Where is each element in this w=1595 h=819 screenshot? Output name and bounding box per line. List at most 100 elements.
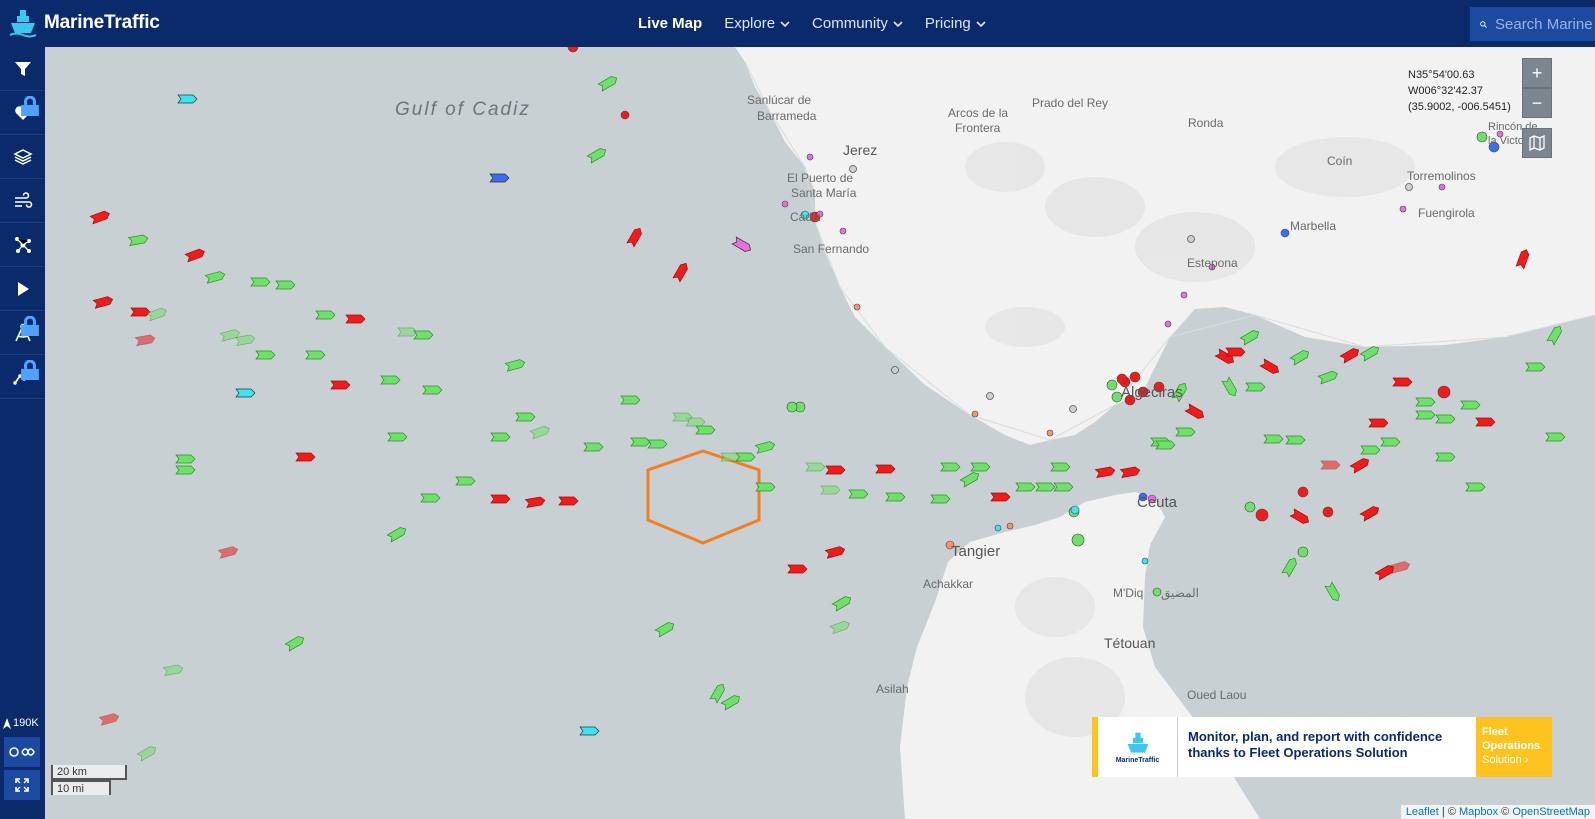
search-box[interactable]: [1470, 7, 1595, 41]
vessel-dot-marker[interactable]: [1116, 373, 1128, 385]
vessel-marker[interactable]: [990, 492, 1011, 502]
vessel-marker[interactable]: [1320, 460, 1341, 470]
vessel-marker[interactable]: [1050, 462, 1071, 472]
routes-button[interactable]: [0, 223, 45, 267]
vessel-marker[interactable]: [387, 432, 408, 442]
port-marker[interactable]: [1405, 183, 1413, 191]
vessel-marker[interactable]: [504, 359, 526, 372]
ad-cta-button[interactable]: Fleet Operations Solution ›: [1476, 717, 1552, 777]
vessel-marker[interactable]: [695, 425, 716, 435]
vessel-marker[interactable]: [1339, 347, 1360, 364]
vessel-marker[interactable]: [127, 234, 149, 246]
vessel-marker[interactable]: [930, 494, 951, 504]
vessel-dot-marker[interactable]: [1141, 557, 1149, 565]
layers-button[interactable]: [0, 135, 45, 179]
playback-button[interactable]: [0, 267, 45, 311]
vessel-marker[interactable]: [875, 464, 896, 474]
vessel-marker[interactable]: [490, 494, 511, 504]
vessel-dot-marker[interactable]: [1280, 228, 1290, 238]
vessel-marker[interactable]: [1415, 410, 1436, 420]
vessel-marker[interactable]: [820, 485, 841, 495]
measure-button[interactable]: [0, 311, 45, 355]
search-input[interactable]: [1495, 15, 1595, 33]
vessel-marker[interactable]: [1263, 434, 1284, 444]
vessel-marker[interactable]: [755, 482, 776, 492]
vessel-dot-marker[interactable]: [1438, 183, 1446, 191]
vessel-marker[interactable]: [1289, 508, 1310, 525]
vessel-marker[interactable]: [586, 147, 607, 164]
vessel-marker[interactable]: [672, 261, 689, 283]
vessel-marker[interactable]: [204, 271, 226, 284]
zoom-in-button[interactable]: +: [1522, 58, 1552, 88]
vessel-dot-marker[interactable]: [1180, 291, 1188, 299]
vessel-marker[interactable]: [136, 745, 157, 762]
vessel-marker[interactable]: [959, 471, 980, 488]
vessel-dot-marker[interactable]: [567, 47, 579, 53]
vessel-marker[interactable]: [162, 664, 184, 676]
vessel-marker[interactable]: [1221, 376, 1238, 397]
vessel-marker[interactable]: [529, 425, 551, 440]
vessel-dot-marker[interactable]: [1255, 508, 1269, 522]
vessel-marker[interactable]: [620, 395, 641, 405]
vessel-marker[interactable]: [89, 210, 111, 225]
vessel-dot-marker[interactable]: [786, 401, 798, 413]
vessel-marker[interactable]: [787, 564, 808, 574]
vessel-dot-marker[interactable]: [1129, 371, 1141, 383]
vessel-marker[interactable]: [731, 236, 752, 253]
vessel-marker[interactable]: [386, 526, 407, 543]
vessel-dot-marker[interactable]: [853, 303, 861, 311]
ad-banner[interactable]: MarineTraffic Monitor, plan, and report …: [1092, 717, 1552, 777]
vessel-marker[interactable]: [1349, 457, 1370, 474]
vessel-marker[interactable]: [305, 350, 326, 360]
vessel-marker[interactable]: [1324, 581, 1341, 602]
vessel-marker[interactable]: [1465, 482, 1486, 492]
vessel-marker[interactable]: [489, 173, 510, 183]
vessel-marker[interactable]: [315, 310, 336, 320]
vessel-marker[interactable]: [330, 380, 351, 390]
vessel-marker[interactable]: [134, 334, 156, 346]
vessel-marker[interactable]: [275, 280, 296, 290]
mapbox-link[interactable]: Mapbox: [1459, 806, 1498, 818]
vessel-marker[interactable]: [175, 465, 196, 475]
vessel-marker[interactable]: [130, 307, 151, 317]
vessel-marker[interactable]: [284, 635, 305, 652]
vessel-marker[interactable]: [1239, 329, 1260, 346]
port-marker[interactable]: [986, 392, 994, 400]
vessel-marker[interactable]: [626, 226, 643, 248]
vessel-marker[interactable]: [1289, 349, 1310, 366]
map-canvas[interactable]: Gulf of Cadiz Sanlúcar de Barrameda Jere…: [45, 47, 1595, 819]
vessel-marker[interactable]: [1155, 440, 1176, 450]
vessel-marker[interactable]: [295, 452, 316, 462]
vessel-marker[interactable]: [940, 462, 961, 472]
vessel-marker[interactable]: [709, 682, 726, 704]
vessel-marker[interactable]: [720, 452, 741, 462]
nav-explore[interactable]: Explore: [724, 15, 790, 32]
vessel-marker[interactable]: [234, 334, 256, 346]
vessel-marker[interactable]: [490, 432, 511, 442]
osm-link[interactable]: OpenStreetMap: [1512, 806, 1590, 818]
vessel-marker[interactable]: [146, 307, 168, 322]
vessel-marker[interactable]: [1281, 556, 1298, 578]
vessel-marker[interactable]: [583, 442, 604, 452]
vessel-dot-marker[interactable]: [1437, 385, 1451, 399]
vessel-dot-marker[interactable]: [1244, 501, 1256, 513]
vessel-marker[interactable]: [1184, 403, 1205, 420]
port-marker[interactable]: [1187, 235, 1195, 243]
vessel-marker[interactable]: [1545, 432, 1566, 442]
vessel-dot-marker[interactable]: [1476, 131, 1488, 143]
vessel-marker[interactable]: [1259, 358, 1280, 375]
vessel-marker[interactable]: [250, 277, 271, 287]
vessel-marker[interactable]: [1392, 377, 1413, 387]
port-marker[interactable]: [1069, 405, 1077, 413]
vessel-marker[interactable]: [422, 385, 443, 395]
vessel-marker[interactable]: [1359, 505, 1380, 522]
vessel-marker[interactable]: [98, 713, 120, 726]
vessel-marker[interactable]: [1435, 414, 1456, 424]
vessel-marker[interactable]: [1475, 417, 1496, 427]
logo[interactable]: MarineTraffic: [8, 8, 160, 38]
vessel-marker[interactable]: [420, 493, 441, 503]
vessel-marker[interactable]: [1094, 466, 1116, 478]
vessel-marker[interactable]: [1225, 347, 1246, 357]
weather-button[interactable]: [0, 179, 45, 223]
vessel-marker[interactable]: [825, 465, 846, 475]
